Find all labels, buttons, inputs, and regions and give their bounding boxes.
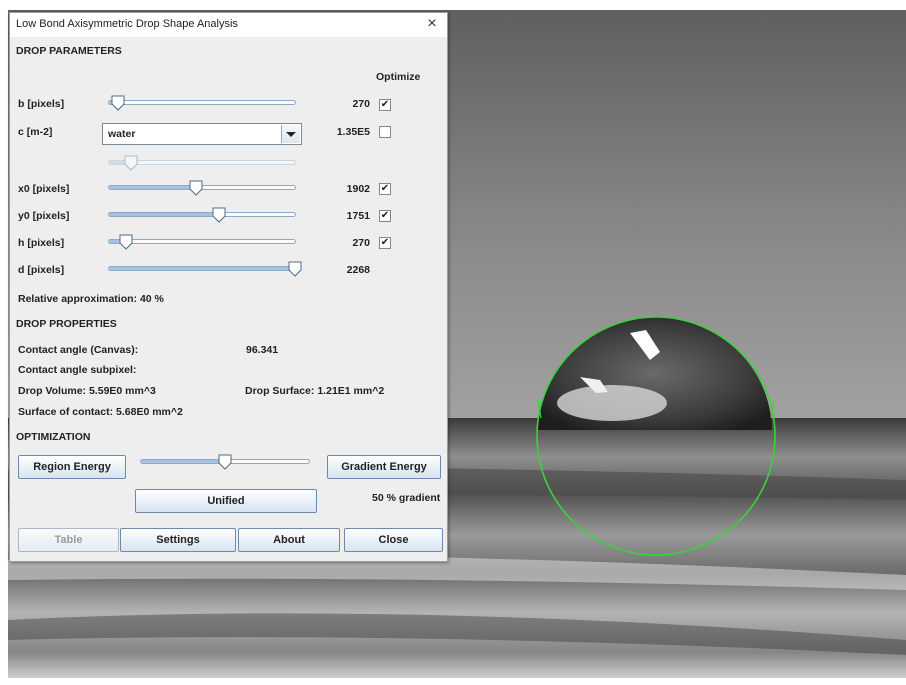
table-button[interactable]: Table <box>18 528 119 552</box>
window-title: Low Bond Axisymmetric Drop Shape Analysi… <box>16 18 238 30</box>
b-optimize-checkbox[interactable]: ✔ <box>379 99 391 111</box>
drop-surface: Drop Surface: 1.21E1 mm^2 <box>245 385 385 397</box>
h-optimize-checkbox[interactable]: ✔ <box>379 237 391 249</box>
b-value: 270 <box>352 98 370 110</box>
y0-optimize-checkbox[interactable]: ✔ <box>379 210 391 222</box>
x0-optimize-checkbox[interactable]: ✔ <box>379 183 391 195</box>
close-icon[interactable]: × <box>417 13 447 37</box>
d-slider-thumb[interactable] <box>288 261 302 277</box>
optimize-header: Optimize <box>376 71 421 83</box>
c-optimize-checkbox[interactable] <box>379 126 391 138</box>
optimization-heading: OPTIMIZATION <box>16 431 91 443</box>
drop-analysis-dialog: Low Bond Axisymmetric Drop Shape Analysi… <box>9 12 448 562</box>
contact-angle-canvas-label: Contact angle (Canvas): <box>18 344 139 356</box>
c-value: 1.35E5 <box>336 126 370 138</box>
y0-slider[interactable] <box>108 207 296 223</box>
drop-properties-heading: DROP PROPERTIES <box>16 318 117 330</box>
y0-label: y0 [pixels] <box>18 210 70 222</box>
drop-parameters-heading: DROP PARAMETERS <box>16 45 122 57</box>
c-slider <box>108 155 296 171</box>
y0-value: 1751 <box>346 210 370 222</box>
c-label: c [m-2] <box>18 126 53 138</box>
d-value: 2268 <box>346 264 370 276</box>
region-energy-button[interactable]: Region Energy <box>18 455 126 479</box>
c-liquid-select[interactable]: water <box>102 123 302 145</box>
h-slider[interactable] <box>108 234 296 250</box>
c-liquid-select-value: water <box>108 128 136 140</box>
settings-button[interactable]: Settings <box>120 528 236 552</box>
h-slider-thumb[interactable] <box>119 234 133 250</box>
x0-slider-thumb[interactable] <box>189 180 203 196</box>
title-bar[interactable]: Low Bond Axisymmetric Drop Shape Analysi… <box>10 13 447 37</box>
about-button[interactable]: About <box>238 528 340 552</box>
gradient-percent: 50 % gradient <box>372 492 441 504</box>
drop-volume: Drop Volume: 5.59E0 mm^3 <box>18 385 156 397</box>
energy-balance-slider-thumb[interactable] <box>218 454 232 470</box>
b-slider[interactable] <box>108 95 296 111</box>
y0-slider-thumb[interactable] <box>212 207 226 223</box>
c-slider-thumb <box>124 155 138 171</box>
x0-slider[interactable] <box>108 180 296 196</box>
surface-of-contact: Surface of contact: 5.68E0 mm^2 <box>18 406 183 418</box>
gradient-energy-button[interactable]: Gradient Energy <box>327 455 441 479</box>
unified-button[interactable]: Unified <box>135 489 317 513</box>
b-label: b [pixels] <box>18 98 65 110</box>
d-slider[interactable] <box>108 261 302 277</box>
contact-angle-canvas-value: 96.341 <box>246 344 279 356</box>
close-button[interactable]: Close <box>344 528 443 552</box>
chevron-down-icon[interactable] <box>281 125 300 143</box>
b-slider-thumb[interactable] <box>111 95 125 111</box>
contact-angle-subpixel-label: Contact angle subpixel: <box>18 364 137 376</box>
x0-label: x0 [pixels] <box>18 183 70 195</box>
relative-approximation: Relative approximation: 40 % <box>18 293 164 305</box>
h-label: h [pixels] <box>18 237 65 249</box>
h-value: 270 <box>352 237 370 249</box>
energy-balance-slider[interactable] <box>140 454 310 470</box>
x0-value: 1902 <box>346 183 370 195</box>
d-label: d [pixels] <box>18 264 65 276</box>
